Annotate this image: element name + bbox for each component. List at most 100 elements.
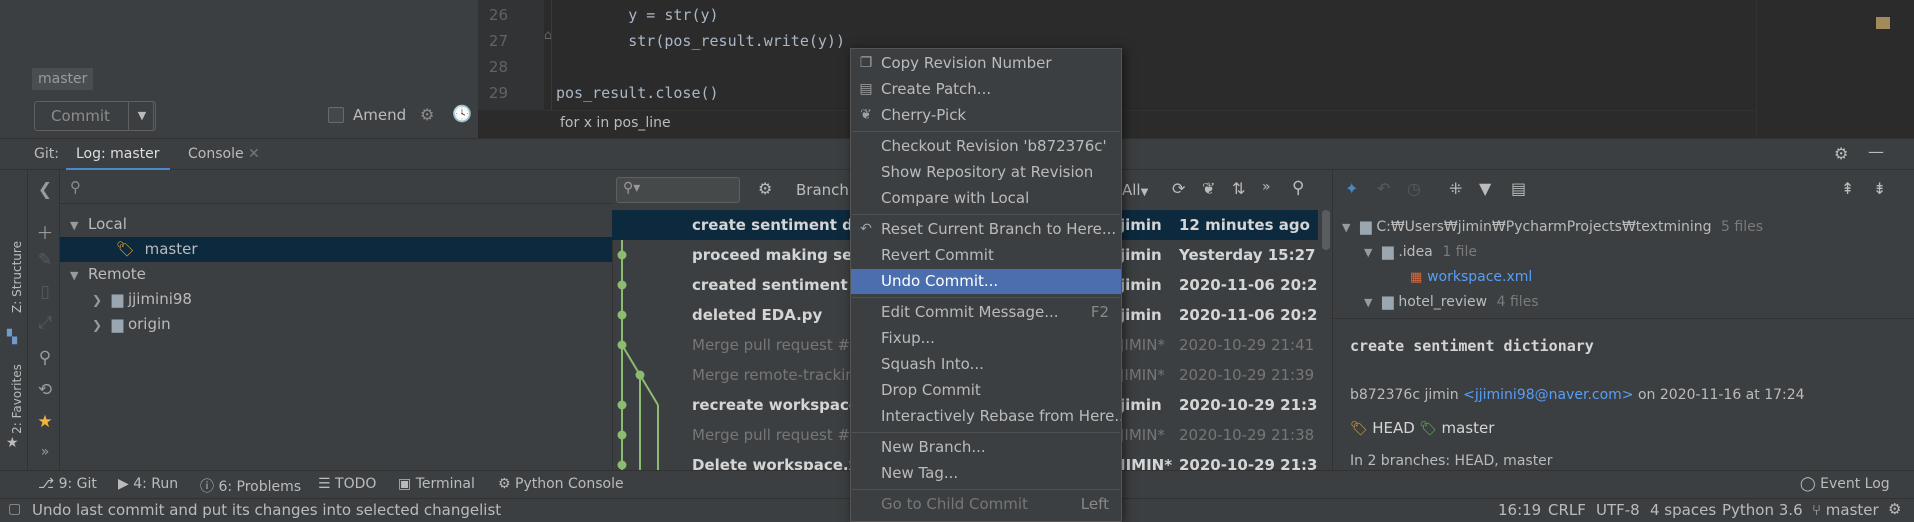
filter-icon[interactable]: ▼ — [1479, 179, 1491, 198]
file-tree-idea[interactable]: ▼ ▆ .idea 1 file — [1364, 239, 1477, 264]
refresh-icon[interactable]: ⟳ — [1172, 179, 1185, 198]
tree-label: master — [144, 240, 198, 258]
log-settings-gear-icon[interactable]: ⚙ — [758, 179, 772, 198]
log-search-input[interactable]: ⚲▾ — [616, 177, 740, 203]
tree-group-remote[interactable]: ▼ Remote — [60, 262, 612, 287]
expand-all-icon[interactable]: ⇞ — [1841, 179, 1854, 198]
collapse-all-icon[interactable]: ⇟ — [1873, 179, 1886, 198]
minimize-icon[interactable]: — — [1868, 142, 1884, 161]
menu-item-new-tag[interactable]: New Tag... — [851, 461, 1121, 486]
commit-date: 2020-10-29 21:39 — [1179, 396, 1318, 414]
tree-item-master[interactable]: 🏷 master — [60, 237, 612, 262]
delete-icon[interactable]: ▯ — [34, 282, 56, 302]
menu-item-checkout-revision-b872376c[interactable]: Checkout Revision 'b872376c' — [851, 134, 1121, 159]
tool-run[interactable]: ▶ 4: Run — [118, 476, 178, 492]
event-log-button[interactable]: ◯ Event Log — [1800, 476, 1890, 492]
menu-item-revert-commit[interactable]: Revert Commit — [851, 243, 1121, 268]
branch-filter[interactable]: Branch: — [796, 181, 854, 199]
edit-icon[interactable]: ✎ — [34, 250, 56, 270]
tool-label: TODO — [335, 476, 377, 492]
menu-item-show-repository-at-revision[interactable]: Show Repository at Revision — [851, 160, 1121, 185]
compare-icon[interactable]: ⤢ — [34, 313, 56, 333]
editor-scrollbar[interactable] — [1756, 0, 1914, 138]
branches-info: In 2 branches: HEAD, master — [1350, 453, 1553, 469]
menu-item-undo-commit[interactable]: Undo Commit... — [851, 269, 1121, 294]
chevron-down-icon: ▼ — [1364, 246, 1373, 259]
file-tree-root[interactable]: ▼ ▆ C:₩Users₩jimin₩PycharmProjects₩textm… — [1342, 214, 1763, 239]
menu-item-fixup[interactable]: Fixup... — [851, 326, 1121, 351]
search-icon[interactable]: ⚲ — [1292, 178, 1304, 198]
menu-item-squash-into[interactable]: Squash Into... — [851, 352, 1121, 377]
preview-icon[interactable]: ▤ — [1511, 179, 1526, 198]
commit-date: 12 minutes ago — [1179, 216, 1310, 234]
menu-item-copy-revision-number[interactable]: ❐ Copy Revision Number — [851, 51, 1121, 76]
commit-settings-gear-icon[interactable]: ⚙ — [420, 105, 434, 124]
menu-item-create-patch[interactable]: ▤ Create Patch... — [851, 77, 1121, 102]
file-tree-workspace[interactable]: ▦ workspace.xml — [1410, 264, 1532, 289]
menu-item-interactively-rebase-from-here[interactable]: Interactively Rebase from Here... — [851, 404, 1121, 429]
indent-setting[interactable]: 4 spaces — [1650, 501, 1716, 519]
file-tree-hotel-review[interactable]: ▼ ▆ hotel_review 4 files — [1364, 289, 1539, 314]
file-encoding[interactable]: UTF-8 — [1596, 501, 1640, 519]
tool-terminal[interactable]: ▣ Terminal — [398, 476, 475, 492]
tab-log-master[interactable]: Log: master — [66, 139, 170, 171]
commit-dropdown-button[interactable]: ▼ — [128, 101, 156, 131]
sort-icon[interactable]: ⇅ — [1232, 179, 1245, 198]
more-icon[interactable]: » — [34, 444, 56, 460]
menu-item-new-branch[interactable]: New Branch... — [851, 435, 1121, 460]
commit-subject: create sentiment dictionary — [692, 216, 852, 234]
tool-python-console[interactable]: ⚙ Python Console — [498, 476, 624, 492]
add-icon[interactable]: ＋ — [34, 219, 56, 244]
menu-item-reset-current-branch-to-here[interactable]: ↶ Reset Current Branch to Here... — [851, 217, 1121, 242]
search-icon[interactable]: ⚲ — [34, 348, 56, 368]
tool-problems[interactable]: ⓘ 6: Problems — [200, 476, 301, 496]
tree-group-local[interactable]: ▼ Local — [60, 212, 612, 237]
more-icon[interactable]: » — [1262, 179, 1271, 195]
group-icon[interactable]: ⁜ — [1449, 179, 1462, 198]
menu-item-drop-commit[interactable]: Drop Commit — [851, 378, 1121, 403]
commit-date: 2020-10-29 21:38 — [1179, 426, 1315, 444]
log-scrollbar[interactable] — [1322, 210, 1330, 250]
menu-item-compare-with-local[interactable]: Compare with Local — [851, 186, 1121, 211]
cherry-pick-icon[interactable]: ❦ — [1202, 179, 1215, 198]
commit-author: jimin — [1120, 216, 1162, 234]
code-line: pos_result.close() — [556, 84, 719, 102]
inspection-icon[interactable]: ⚙ — [1888, 500, 1901, 518]
file-count: 5 files — [1721, 219, 1764, 235]
collapse-left-icon[interactable]: ❮ — [34, 180, 56, 200]
structure-tool-button[interactable]: Z: Structure — [10, 222, 24, 332]
git-branch-widget[interactable]: ⑂ master — [1812, 501, 1879, 519]
tree-item-remote-origin[interactable]: ❯ ▆ origin — [60, 312, 612, 337]
settings-gear-icon[interactable]: ⚙ — [1834, 144, 1848, 163]
menu-item-go-to-parent-commit[interactable]: Go to Parent CommitRight — [851, 518, 1121, 521]
menu-item-edit-commit-message[interactable]: Edit Commit Message... F2 — [851, 300, 1121, 325]
amend-checkbox[interactable] — [328, 107, 344, 123]
all-filter-dropdown[interactable]: All▼ — [1122, 181, 1148, 199]
undo-icon[interactable]: ↶ — [1377, 179, 1390, 198]
warning-marker[interactable] — [1876, 17, 1890, 29]
favorite-star-icon[interactable]: ★ — [34, 412, 56, 432]
commit-date: Yesterday 15:27 — [1179, 246, 1316, 264]
author-email-link[interactable]: <jjimini98@naver.com> — [1463, 387, 1633, 403]
python-interpreter[interactable]: Python 3.6 — [1722, 501, 1803, 519]
tool-todo[interactable]: ☰ TODO — [318, 476, 376, 492]
tab-console[interactable]: Console ✕ — [180, 139, 268, 171]
event-log-icon: ◯ — [1800, 476, 1816, 492]
layout-icon[interactable]: ▢ — [8, 501, 21, 517]
pin-icon[interactable]: ✦ — [1345, 179, 1358, 198]
close-icon[interactable]: ✕ — [248, 146, 260, 162]
fetch-icon[interactable]: ⟲ — [34, 380, 56, 400]
line-separator[interactable]: CRLF — [1548, 501, 1586, 519]
history-clock-icon[interactable]: 🕓 — [452, 104, 472, 123]
chevron-down-icon: ▼ — [1364, 296, 1373, 309]
tree-item-remote-jjimini98[interactable]: ❯ ▆ jjimini98 — [60, 287, 612, 312]
menu-item-label: New Tag... — [881, 464, 959, 482]
history-icon[interactable]: ◷ — [1407, 179, 1421, 198]
menu-item-cherry-pick[interactable]: ❦ Cherry-Pick — [851, 103, 1121, 128]
branch-label: master — [1825, 501, 1879, 519]
menu-item-go-to-child-commit[interactable]: Go to Child Commit Left — [851, 492, 1121, 517]
breadcrumb[interactable]: for x in pos_line — [560, 115, 671, 131]
tool-git[interactable]: ⎇ 9: Git — [38, 476, 97, 492]
tool-label: 6: Problems — [218, 479, 302, 495]
caret-position[interactable]: 16:19 — [1498, 501, 1541, 519]
